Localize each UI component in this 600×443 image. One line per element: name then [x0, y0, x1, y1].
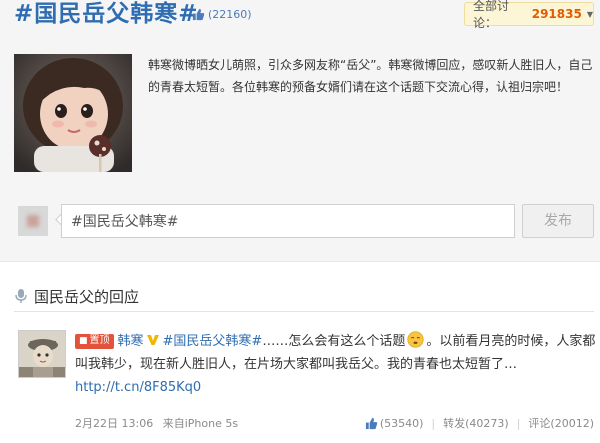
post-short-link[interactable]: http://t.cn/8F85Kq0 [75, 380, 201, 395]
chevron-down-icon: ▼ [586, 9, 593, 19]
pin-label: 置顶 [89, 335, 110, 346]
post-like-button[interactable]: (53540) [365, 416, 424, 430]
sleepy-face-emoji-icon [407, 331, 424, 348]
action-separator: | [516, 416, 521, 430]
discussion-count-box[interactable]: 全部讨论： 291835 ▼ [464, 0, 594, 30]
pin-icon: ■ [79, 336, 88, 346]
discussion-count: 291835 [531, 7, 582, 21]
post-source[interactable]: 来自iPhone 5s [163, 417, 238, 430]
thumbs-up-icon [192, 8, 205, 20]
post-meta: 2月22日 13:06 来自iPhone 5s [75, 415, 238, 431]
topic-cover-photo [14, 54, 132, 172]
post-timestamp[interactable]: 2月22日 13:06 [75, 417, 153, 430]
publish-button[interactable]: 发布 [522, 204, 594, 238]
action-separator: | [431, 416, 436, 430]
post-actions: (53540) | 转发(40273) | 评论(20012) [365, 415, 594, 431]
topic-title[interactable]: #国民岳父韩寒# [14, 0, 199, 28]
post-like-count: (53540) [379, 416, 424, 430]
thumbs-up-icon [365, 417, 378, 429]
post-input[interactable] [61, 204, 515, 238]
section-header: 国民岳父的回应 [14, 284, 139, 308]
pinned-badge: ■ 置顶 [75, 334, 114, 349]
topic-like-button[interactable]: (22160) [192, 6, 252, 22]
microphone-icon [15, 289, 27, 303]
post-author-name[interactable]: 韩寒 [118, 334, 144, 349]
post-topic-link[interactable]: #国民岳父韩寒# [163, 334, 263, 349]
verified-v-icon[interactable] [146, 333, 160, 347]
section-title: 国民岳父的回应 [34, 287, 140, 306]
topic-like-count: (22160) [208, 7, 252, 21]
avatar[interactable] [18, 206, 48, 236]
comment-button[interactable]: 评论(20012) [528, 415, 594, 431]
repost-button[interactable]: 转发(40273) [443, 415, 509, 431]
composer: 发布 [0, 196, 600, 246]
topic-description: 韩寒微博晒女儿萌照，引众多网友称“岳父”。韩寒微博回应，感叹新人胜旧人，自己的青… [148, 58, 593, 94]
discussion-label: 全部讨论： [473, 0, 510, 30]
post-text-part1: ……怎么会有这么个话题 [262, 334, 406, 349]
post-content: ■ 置顶 韩寒 #国民岳父韩寒#……怎么会有这么个话题 。以前看月亮的时候，人家都叫我韩… [75, 330, 597, 399]
weibo-post: ■ 置顶 韩寒 #国民岳父韩寒#……怎么会有这么个话题 。以前看月亮的时候，人家都叫我韩… [0, 320, 600, 443]
section-divider [14, 311, 594, 312]
post-author-avatar[interactable] [18, 330, 66, 378]
